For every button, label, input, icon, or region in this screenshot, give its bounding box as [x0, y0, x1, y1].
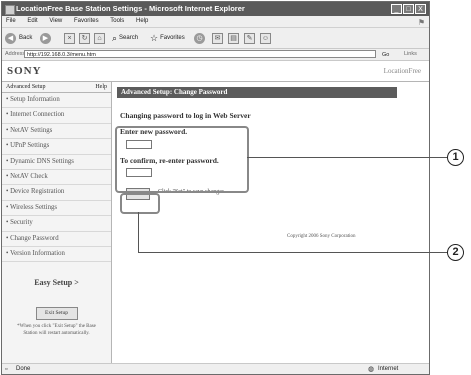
- home-icon: ⌂: [94, 32, 105, 44]
- menu-favorites[interactable]: Favorites: [74, 18, 99, 24]
- favorites-label: Favorites: [160, 35, 185, 41]
- forward-arrow-icon: ▶: [40, 32, 51, 44]
- page-icon: ▫: [5, 366, 8, 373]
- status-bar: ▫ Done ◍ Internet: [2, 363, 429, 374]
- sidebar: Advanced Setup Help • Setup Information …: [2, 82, 112, 363]
- print-icon: ▤: [228, 32, 239, 44]
- maximize-button[interactable]: □: [403, 4, 414, 14]
- title-bar: LocationFree Base Station Settings - Mic…: [2, 2, 429, 16]
- sidebar-item-device-registration[interactable]: • Device Registration: [2, 185, 111, 201]
- ie-app-icon: [5, 5, 15, 15]
- address-bar: Address http://192.168.0.3/menu.htm Go L…: [2, 49, 429, 61]
- go-button[interactable]: Go: [382, 50, 389, 61]
- stop-button[interactable]: ×: [64, 31, 75, 45]
- sony-logo: SONY: [7, 65, 42, 77]
- zone-text: Internet: [378, 366, 399, 372]
- sidebar-item-version-information[interactable]: • Version Information: [2, 247, 111, 263]
- forward-button[interactable]: ▶: [40, 31, 51, 45]
- windows-flag-icon: ⚑: [417, 18, 425, 27]
- sidebar-title: Advanced Setup: [6, 84, 46, 90]
- menu-help[interactable]: Help: [136, 18, 148, 24]
- easy-setup-link[interactable]: Easy Setup >: [2, 278, 111, 287]
- page-title: Advanced Setup: Change Password: [117, 87, 397, 98]
- exit-setup-button[interactable]: Exit Setup: [35, 307, 78, 321]
- edit-icon: ✎: [244, 32, 255, 44]
- callout-1-leader: [247, 157, 447, 158]
- edit-button[interactable]: ✎: [244, 31, 255, 45]
- sidebar-item-internet-connection[interactable]: • Internet Connection: [2, 108, 111, 124]
- sidebar-item-netav-settings[interactable]: • NetAV Settings: [2, 124, 111, 140]
- menu-file[interactable]: File: [6, 18, 16, 24]
- section-subtitle: Changing password to log in Web Server: [120, 111, 251, 120]
- mail-button[interactable]: ✉: [212, 31, 223, 45]
- address-input[interactable]: http://192.168.0.3/menu.htm: [24, 50, 376, 58]
- close-button[interactable]: X: [415, 4, 426, 14]
- address-label: Address: [5, 51, 26, 57]
- refresh-button[interactable]: ↻: [79, 31, 90, 45]
- sidebar-item-dynamic-dns-settings[interactable]: • Dynamic DNS Settings: [2, 155, 111, 170]
- callout-1-marker: 1: [447, 149, 464, 166]
- sidebar-header: Advanced Setup Help: [2, 82, 111, 93]
- callout-2-leader-horizontal: [138, 252, 447, 253]
- back-label: Back: [19, 35, 33, 41]
- help-link[interactable]: Help: [95, 82, 107, 92]
- callout-2-marker: 2: [447, 244, 464, 261]
- exit-setup-note: *When you click "Exit Setup" the Base St…: [17, 324, 96, 336]
- search-button[interactable]: ⌕ Search: [112, 31, 138, 45]
- links-button[interactable]: Links: [404, 49, 417, 60]
- globe-icon: ◍: [368, 366, 375, 373]
- favorites-button[interactable]: ☆ Favorites: [150, 31, 185, 45]
- sidebar-item-wireless-settings[interactable]: • Wireless Settings: [2, 201, 111, 217]
- star-icon: ☆: [150, 32, 159, 43]
- back-arrow-icon: ◀: [5, 32, 16, 44]
- stop-icon: ×: [64, 32, 75, 44]
- menu-edit[interactable]: Edit: [27, 18, 37, 24]
- callout-2-leader-vertical: [138, 212, 139, 252]
- copyright-text: Copyright 2006 Sony Corporation: [287, 234, 356, 239]
- sidebar-item-netav-check[interactable]: • NetAV Check: [2, 170, 111, 186]
- status-text: Done: [16, 366, 31, 372]
- sidebar-item-setup-information[interactable]: • Setup Information: [2, 93, 111, 109]
- mail-icon: ✉: [212, 32, 223, 44]
- menu-view[interactable]: View: [49, 18, 62, 24]
- messenger-button[interactable]: ☺: [260, 31, 271, 45]
- history-icon: ◷: [194, 32, 205, 44]
- locationfree-logo: LocationFree: [383, 67, 421, 75]
- messenger-icon: ☺: [260, 32, 271, 44]
- password-fields-highlight: [115, 126, 249, 193]
- menu-bar: File Edit View Favorites Tools Help ⚑: [2, 16, 429, 28]
- window-title: LocationFree Base Station Settings - Mic…: [16, 4, 245, 13]
- home-button[interactable]: ⌂: [94, 31, 105, 45]
- search-icon: ⌕: [112, 32, 118, 43]
- set-button-highlight: [120, 193, 160, 214]
- sidebar-item-change-password[interactable]: • Change Password: [2, 232, 111, 247]
- menu-tools[interactable]: Tools: [110, 18, 124, 24]
- toolbar: ◀ Back ▶ × ↻ ⌂ ⌕ Search ☆ Favorites ◷ ✉: [2, 28, 429, 49]
- sidebar-item-security[interactable]: • Security: [2, 216, 111, 232]
- brand-bar: SONY LocationFree: [2, 61, 429, 82]
- minimize-button[interactable]: _: [391, 4, 402, 14]
- sidebar-item-upnp-settings[interactable]: • UPnP Settings: [2, 139, 111, 155]
- back-button[interactable]: ◀ Back: [5, 31, 32, 45]
- page-content: SONY LocationFree Advanced Setup Help • …: [2, 61, 429, 363]
- search-label: Search: [119, 35, 139, 41]
- print-button[interactable]: ▤: [228, 31, 239, 45]
- main-panel: Advanced Setup: Change Password Changing…: [112, 82, 429, 363]
- history-button[interactable]: ◷: [194, 31, 205, 45]
- refresh-icon: ↻: [79, 32, 90, 44]
